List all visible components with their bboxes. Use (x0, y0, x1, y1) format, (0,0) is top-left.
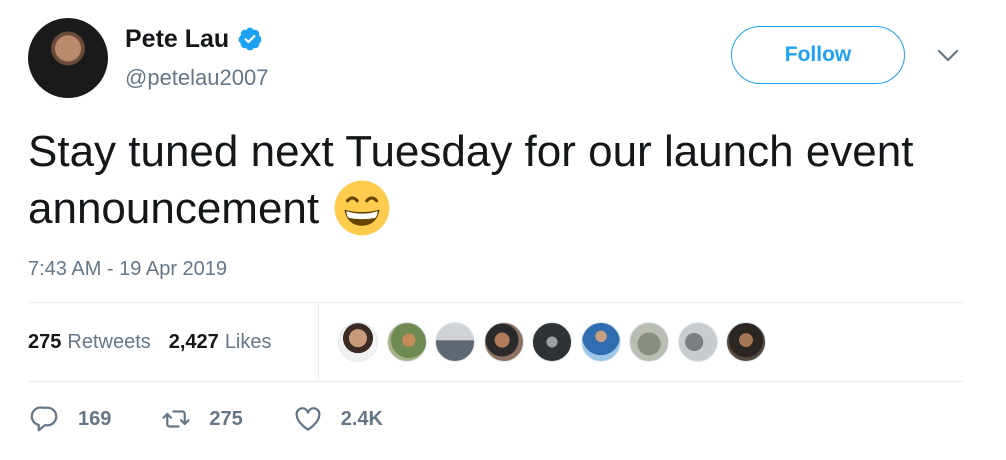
tweet-text-content: Stay tuned next Tuesday for our launch e… (28, 127, 914, 233)
liker-avatar[interactable] (629, 322, 669, 362)
reply-button[interactable]: 169 (30, 404, 111, 434)
likes-count: 2,427 (168, 331, 219, 353)
tweet-timestamp[interactable]: 7:43 AM - 19 Apr 2019 (28, 256, 227, 282)
chevron-down-icon[interactable] (936, 48, 960, 64)
like-count: 2.4K (340, 407, 383, 430)
tweet-text: Stay tuned next Tuesday for our launch e… (28, 124, 978, 237)
liker-avatar[interactable] (677, 322, 718, 362)
retweet-icon (162, 410, 190, 428)
retweet-button[interactable]: 275 (161, 404, 243, 434)
reply-count: 169 (78, 407, 112, 430)
follow-button[interactable]: Follow (731, 26, 905, 84)
avatar[interactable] (28, 18, 108, 98)
display-name[interactable]: Pete Lau (125, 24, 229, 54)
retweets-label: Retweets (67, 331, 151, 353)
liker-avatar[interactable] (483, 322, 524, 362)
like-button[interactable]: 2.4K (293, 404, 383, 434)
retweets-stat[interactable]: 275 Retweets (28, 328, 151, 356)
liker-avatar[interactable] (386, 322, 427, 362)
user-handle[interactable]: @petelau2007 (125, 65, 268, 91)
divider (28, 381, 963, 382)
tweet-stats: 275 Retweets 2,427 Likes (28, 328, 272, 356)
liker-avatar[interactable] (580, 322, 621, 362)
liker-avatar[interactable] (532, 322, 572, 362)
liker-avatar[interactable] (726, 322, 766, 362)
retweet-count: 275 (209, 407, 243, 430)
stats-separator (318, 304, 319, 380)
divider (28, 302, 963, 303)
liker-avatar[interactable] (338, 322, 378, 362)
verified-badge-icon (237, 26, 263, 52)
likers-avatars (338, 322, 775, 362)
reply-icon (30, 406, 58, 432)
likes-stat[interactable]: 2,427 Likes (169, 328, 272, 356)
heart-icon (295, 407, 321, 431)
retweets-count: 275 (28, 331, 62, 353)
grinning-face-emoji-icon (333, 179, 391, 237)
liker-avatar[interactable] (435, 322, 475, 362)
tweet-actions: 169 275 2.4K (30, 404, 433, 434)
likes-label: Likes (224, 331, 272, 353)
name-row: Pete Lau (125, 24, 263, 54)
